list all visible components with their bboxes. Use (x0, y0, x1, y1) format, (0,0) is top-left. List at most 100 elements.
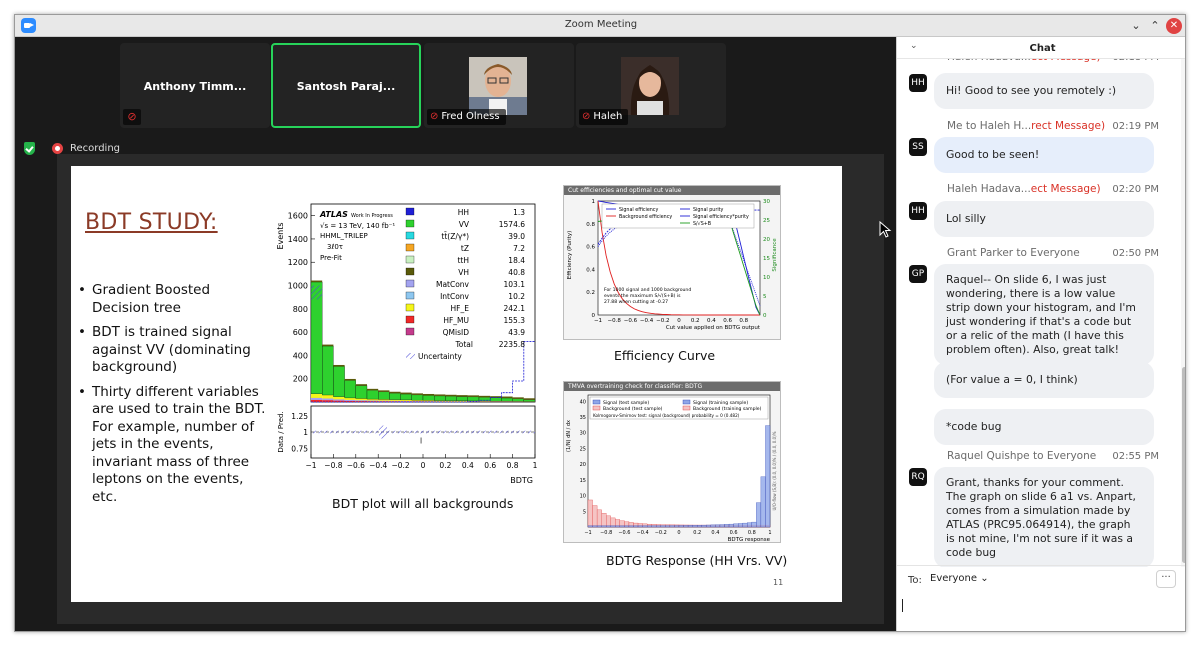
sender-name: Grant Parker to Everyone (947, 247, 1080, 259)
histogram-bar-vv (366, 390, 379, 400)
histogram-bar-vv (389, 393, 401, 400)
histogram-bar-vh (322, 344, 334, 347)
shield-icon[interactable] (24, 142, 35, 155)
y-tick-label: 600 (293, 328, 308, 337)
resp-y-tick-label: 15 (580, 478, 586, 484)
resp-signal-bar (742, 522, 748, 528)
recipient-select[interactable]: Everyone ⌄ (926, 570, 993, 588)
eff-x-tick-label: −0.8 (608, 318, 622, 324)
maximize-icon[interactable]: ⌃ (1147, 18, 1163, 34)
participant-tile-4[interactable]: ⊘ Haleh (576, 43, 726, 128)
y-tick-label: 1400 (288, 235, 308, 244)
legend-swatch (405, 207, 415, 216)
histogram-bar-vv (490, 397, 502, 402)
histogram-bar-vv (422, 395, 435, 401)
close-icon[interactable]: ✕ (1166, 18, 1182, 34)
legend-label: Total (454, 340, 473, 349)
histogram-bar-vh (367, 388, 379, 391)
resp-legend-label: Signal (test sample) (603, 400, 649, 406)
chat-scrollbar[interactable] (1181, 59, 1185, 567)
participant-tile-3[interactable]: ⊘ Fred Olness (424, 43, 574, 128)
eff-note: events the maximum S/√(S+B) is (604, 293, 681, 299)
histogram-bar-vh (501, 396, 513, 399)
avatar[interactable]: SS (909, 138, 927, 156)
eff-x-tick-label: 0 (677, 318, 681, 324)
resp-legend-label: Background (test sample) (603, 406, 663, 412)
resp-y-axis-label: (1/N) dN / dx (566, 420, 572, 452)
histogram-bar-vh (411, 393, 423, 395)
message-bubble[interactable]: Raquel-- On slide 6, I was just wonderin… (934, 264, 1154, 365)
message-bubble[interactable]: *code bug (934, 409, 1154, 445)
resp-y-tick-label: 10 (580, 494, 586, 500)
eff-legend-label: Background efficiency (619, 214, 672, 220)
resp-x-tick-label: 0.6 (730, 530, 738, 536)
resp-x-tick-label: −0.2 (655, 530, 667, 536)
caption-response: BDTG Response (HH Vrs. VV) (606, 553, 788, 568)
direct-message-tag: ect Message) (1030, 183, 1101, 195)
participant-video (469, 57, 527, 115)
message-bubble[interactable]: Hi! Good to see you remotely :) (934, 73, 1154, 109)
chat-panel: ⌄ Chat Haleh Hadava...ect Message)02:18 … (896, 37, 1185, 631)
mic-muted-icon: ⊘ (430, 111, 439, 122)
more-options-button[interactable]: ··· (1156, 570, 1176, 588)
avatar[interactable]: GP (909, 265, 927, 283)
histogram-bar-vh (400, 392, 412, 395)
text-cursor (902, 599, 903, 612)
x-tick-label: −1 (305, 461, 316, 470)
resp-signal-bar (765, 425, 771, 528)
legend-label: IntConv (440, 292, 469, 301)
legend-swatch (405, 291, 415, 300)
eff-y2-tick-label: 20 (763, 237, 770, 243)
eff-y-tick-label: 0.4 (586, 267, 595, 273)
chat-input[interactable] (901, 592, 1183, 628)
resp-signal-bar (642, 525, 648, 528)
y-tick-label: 400 (293, 351, 308, 360)
x-tick-label: −0.2 (391, 461, 409, 470)
resp-signal-bar (665, 525, 671, 528)
avatar[interactable]: RQ (909, 468, 927, 486)
to-label: To: (908, 575, 922, 586)
recording-icon[interactable] (52, 143, 63, 154)
histogram-bar-vh (434, 394, 446, 396)
legend-value: 18.4 (508, 256, 525, 265)
resp-x-tick-label: −0.8 (600, 530, 612, 536)
message-bubble[interactable]: Grant, thanks for your comment. The grap… (934, 467, 1154, 567)
recording-label: Recording (70, 143, 121, 154)
histogram-bar-vv (445, 396, 457, 401)
atlas-note: Work In Progress (351, 213, 393, 219)
resp-signal-bar (724, 524, 730, 528)
legend-value: 242.1 (504, 304, 526, 313)
resp-legend-swatch (592, 405, 601, 411)
response-plot: TMVA overtraining check for classifier: … (563, 381, 781, 543)
histogram-bar-vh (311, 280, 323, 283)
chevron-down-icon: ⌄ (980, 573, 989, 584)
eff-x-tick-label: 0.4 (707, 318, 716, 324)
chat-scrollbar-thumb[interactable] (1182, 367, 1185, 563)
message-bubble[interactable]: Lol silly (934, 201, 1154, 237)
resp-signal-bar (760, 476, 766, 528)
resp-signal-bar (719, 524, 725, 528)
caption-bdt-plot: BDT plot will all backgrounds (332, 496, 514, 511)
chevron-down-icon[interactable]: ⌄ (1128, 18, 1144, 34)
participant-tile-2[interactable]: Santosh Paraj... (271, 43, 421, 128)
efficiency-plot: Cut efficiencies and optimal cut value 1… (563, 185, 781, 340)
avatar[interactable]: HH (909, 202, 927, 220)
resp-y-tick-label: 35 (580, 415, 586, 421)
resp-signal-bar (628, 525, 634, 528)
message-bubble[interactable]: Good to be seen! (934, 137, 1154, 173)
eff-y2-axis-label: Significance (772, 238, 778, 272)
participant-tile-1[interactable]: Anthony Timm... ⊘ (120, 43, 270, 128)
participant-label: ⊘ Fred Olness (427, 109, 506, 125)
avatar[interactable]: HH (909, 74, 927, 92)
resp-y-tick-label: 30 (580, 431, 586, 437)
y-axis-label: Events (276, 222, 285, 249)
slide-title: BDT STUDY: (85, 210, 218, 235)
chat-messages[interactable]: Haleh Hadava...ect Message)02:18 PMHHHi!… (897, 59, 1181, 567)
slide-bullet: Thirty different variables are used to t… (76, 384, 266, 507)
resp-signal-bar (647, 525, 652, 528)
histogram-bar-vv (322, 345, 334, 396)
message-bubble[interactable]: (For value a = 0, I think) (934, 362, 1154, 398)
legend-value: 155.3 (504, 316, 526, 325)
y-tick-label: 1600 (288, 212, 308, 221)
legend-label: tt̄(Z/γ*) (441, 232, 469, 241)
